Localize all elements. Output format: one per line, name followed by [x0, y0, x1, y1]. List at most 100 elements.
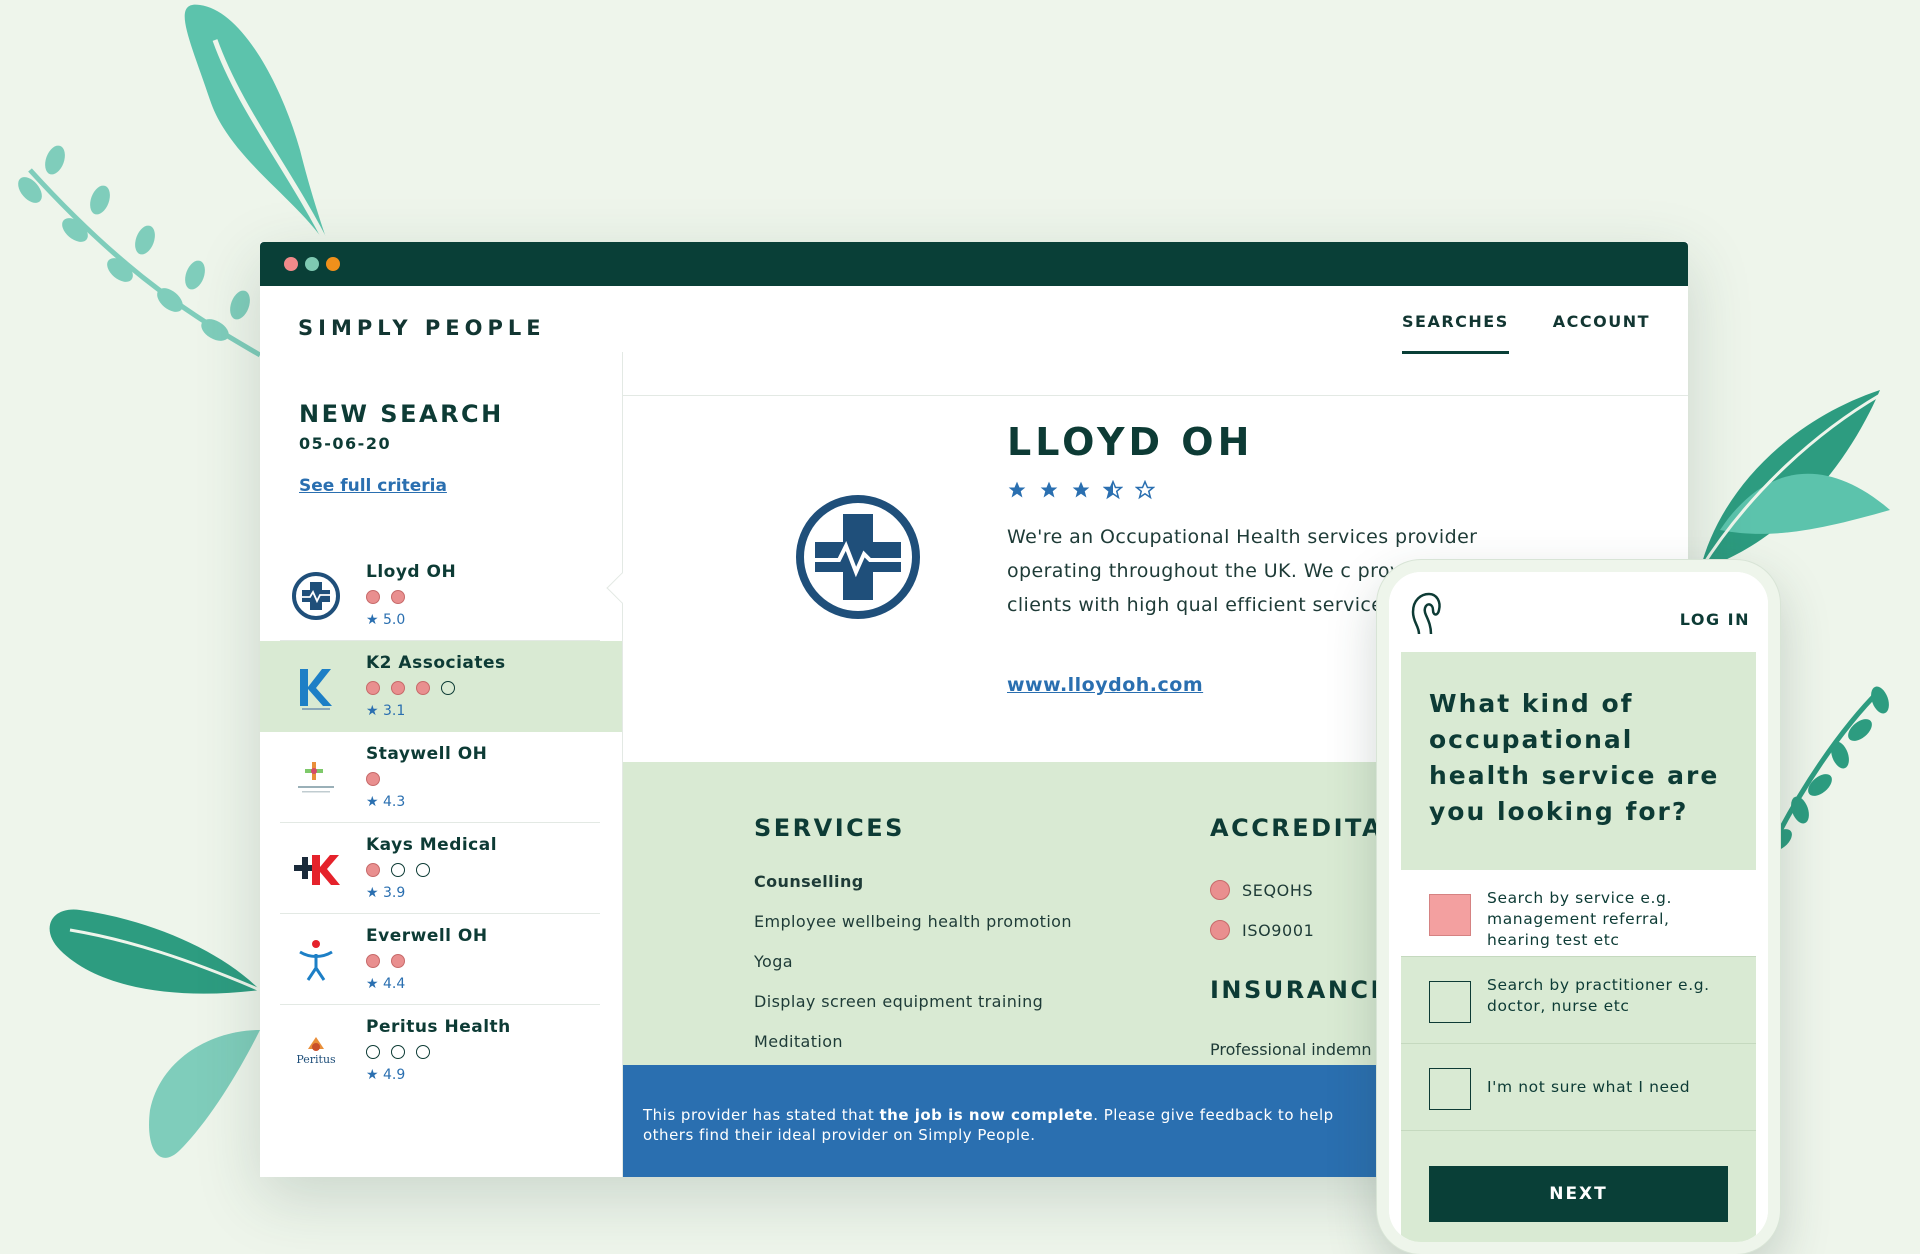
head-logo-icon[interactable]	[1409, 590, 1443, 640]
match-dot-filled	[391, 954, 405, 968]
star-icon: ★	[366, 885, 379, 901]
option-label: Search by service e.g. management referr…	[1487, 889, 1672, 949]
services-list: Counselling Employee wellbeing health pr…	[754, 872, 1072, 1072]
window-maximize-dot[interactable]	[326, 257, 340, 271]
match-dot-empty	[366, 1045, 380, 1059]
mobile-phone: LOG IN What kind of occupational health …	[1377, 560, 1780, 1254]
option-checkbox[interactable]	[1429, 1068, 1471, 1110]
provider-item-everwell-oh[interactable]: Everwell OH ★ 4.4	[280, 914, 600, 1005]
match-dot-empty	[441, 681, 455, 695]
match-dot-filled	[366, 863, 380, 877]
feedback-banner-text: This provider has stated that the job is…	[643, 1106, 1334, 1144]
star-icon: ★	[366, 703, 379, 719]
insurance-title: INSURANCE	[1210, 976, 1390, 1004]
provider-item-peritus-health[interactable]: Peritus Peritus Health ★ 4.9	[280, 1005, 600, 1096]
match-dot-filled	[391, 681, 405, 695]
provider-name: Lloyd OH	[366, 562, 457, 582]
kays-logo-icon	[294, 855, 340, 885]
star-filled-icon	[1072, 481, 1090, 498]
everwell-logo-icon	[299, 940, 333, 981]
accreditation-item: SEQOHS	[1210, 870, 1314, 910]
login-link[interactable]: LOG IN	[1680, 610, 1750, 629]
option-checkbox-checked[interactable]	[1429, 894, 1471, 936]
match-dot-filled	[416, 681, 430, 695]
k2-logo-icon	[300, 669, 332, 710]
match-dot-empty	[416, 1045, 430, 1059]
provider-match-dots	[366, 590, 405, 604]
accreditation-item: ISO9001	[1210, 910, 1314, 950]
service-item: Display screen equipment training	[754, 992, 1044, 1011]
browser-titlebar	[260, 242, 1688, 286]
svg-text:Peritus: Peritus	[296, 1053, 336, 1066]
option-search-by-service[interactable]: Search by service e.g. management referr…	[1401, 870, 1756, 957]
provider-match-dots	[366, 1045, 430, 1059]
top-nav: SEARCHES ACCOUNT	[1401, 312, 1650, 354]
provider-name: Kays Medical	[366, 835, 498, 855]
provider-item-lloyd-oh[interactable]: Lloyd OH ★ 5.0	[280, 550, 600, 641]
option-label: Search by practitioner e.g. doctor, nurs…	[1487, 976, 1710, 1015]
star-half-icon	[1103, 480, 1123, 500]
provider-item-kays-medical[interactable]: Kays Medical ★ 3.9	[280, 823, 600, 914]
provider-item-k2-associates[interactable]: K2 Associates ★ 3.1	[260, 641, 622, 732]
question-text: What kind of occupational health service…	[1429, 689, 1720, 826]
service-item: Yoga	[754, 952, 793, 971]
provider-rating: ★ 4.3	[366, 794, 406, 810]
provider-rating: ★ 4.9	[366, 1067, 406, 1083]
nav-account[interactable]: ACCOUNT	[1553, 312, 1650, 354]
match-dot-empty	[391, 1045, 405, 1059]
star-filled-icon	[1008, 481, 1026, 498]
next-button[interactable]: NEXT	[1429, 1166, 1728, 1222]
star-icon: ★	[366, 976, 379, 992]
accreditations-list: SEQOHS ISO9001	[1210, 870, 1314, 950]
match-dot-empty	[416, 863, 430, 877]
option-not-sure[interactable]: I'm not sure what I need	[1401, 1044, 1756, 1131]
option-label: I'm not sure what I need	[1487, 1078, 1691, 1096]
provider-rating: ★ 5.0	[366, 612, 406, 628]
provider-list: Lloyd OH ★ 5.0 K2 Associates ★ 3.1 Stayw…	[260, 550, 622, 1096]
window-minimize-dot[interactable]	[305, 257, 319, 271]
provider-name: Staywell OH	[366, 744, 488, 764]
see-full-criteria-link[interactable]: See full criteria	[299, 476, 447, 496]
star-icon: ★	[366, 1067, 379, 1083]
provider-rating: ★ 4.4	[366, 976, 406, 992]
provider-match-dots	[366, 772, 380, 786]
provider-title: LLOYD OH	[1007, 420, 1254, 464]
accreditations-title: ACCREDITA	[1210, 814, 1384, 842]
staywell-logo-icon	[298, 762, 334, 793]
provider-match-dots	[366, 863, 430, 877]
option-search-by-practitioner[interactable]: Search by practitioner e.g. doctor, nurs…	[1401, 957, 1756, 1044]
accreditation-dot	[1210, 880, 1230, 900]
nav-searches[interactable]: SEARCHES	[1401, 312, 1509, 354]
window-close-dot[interactable]	[284, 257, 298, 271]
services-title: SERVICES	[754, 814, 905, 842]
insurance-item: Professional indemn	[1210, 1040, 1372, 1059]
star-filled-icon	[1040, 481, 1058, 498]
star-icon: ★	[366, 612, 379, 628]
provider-rating: ★ 3.9	[366, 885, 406, 901]
phone-screen: LOG IN What kind of occupational health …	[1389, 572, 1768, 1242]
match-dot-filled	[366, 590, 380, 604]
service-item: Counselling	[754, 872, 864, 891]
provider-stars	[1007, 480, 1155, 500]
lloyd-cross-icon	[292, 572, 340, 620]
option-checkbox[interactable]	[1429, 981, 1471, 1023]
provider-name: K2 Associates	[366, 653, 506, 673]
star-icon: ★	[366, 794, 379, 810]
provider-match-dots	[366, 954, 405, 968]
match-dot-filled	[391, 590, 405, 604]
question-panel: What kind of occupational health service…	[1401, 652, 1756, 870]
match-dot-filled	[366, 954, 380, 968]
match-dot-filled	[366, 772, 380, 786]
phone-questionnaire: What kind of occupational health service…	[1401, 652, 1756, 1242]
provider-match-dots	[366, 681, 455, 695]
new-search-title: NEW SEARCH	[299, 400, 504, 428]
peritus-logo-icon: Peritus	[296, 1037, 336, 1066]
leaf-decoration-bottom-left	[49, 909, 261, 1158]
search-date: 05-06-20	[299, 434, 392, 453]
match-dot-empty	[391, 863, 405, 877]
provider-rating: ★ 3.1	[366, 703, 406, 719]
provider-item-staywell-oh[interactable]: Staywell OH ★ 4.3	[280, 732, 600, 823]
brand-logo[interactable]: SIMPLY PEOPLE	[298, 316, 546, 340]
provider-name: Peritus Health	[366, 1017, 511, 1037]
provider-website-link[interactable]: www.lloydoh.com	[1007, 674, 1203, 696]
